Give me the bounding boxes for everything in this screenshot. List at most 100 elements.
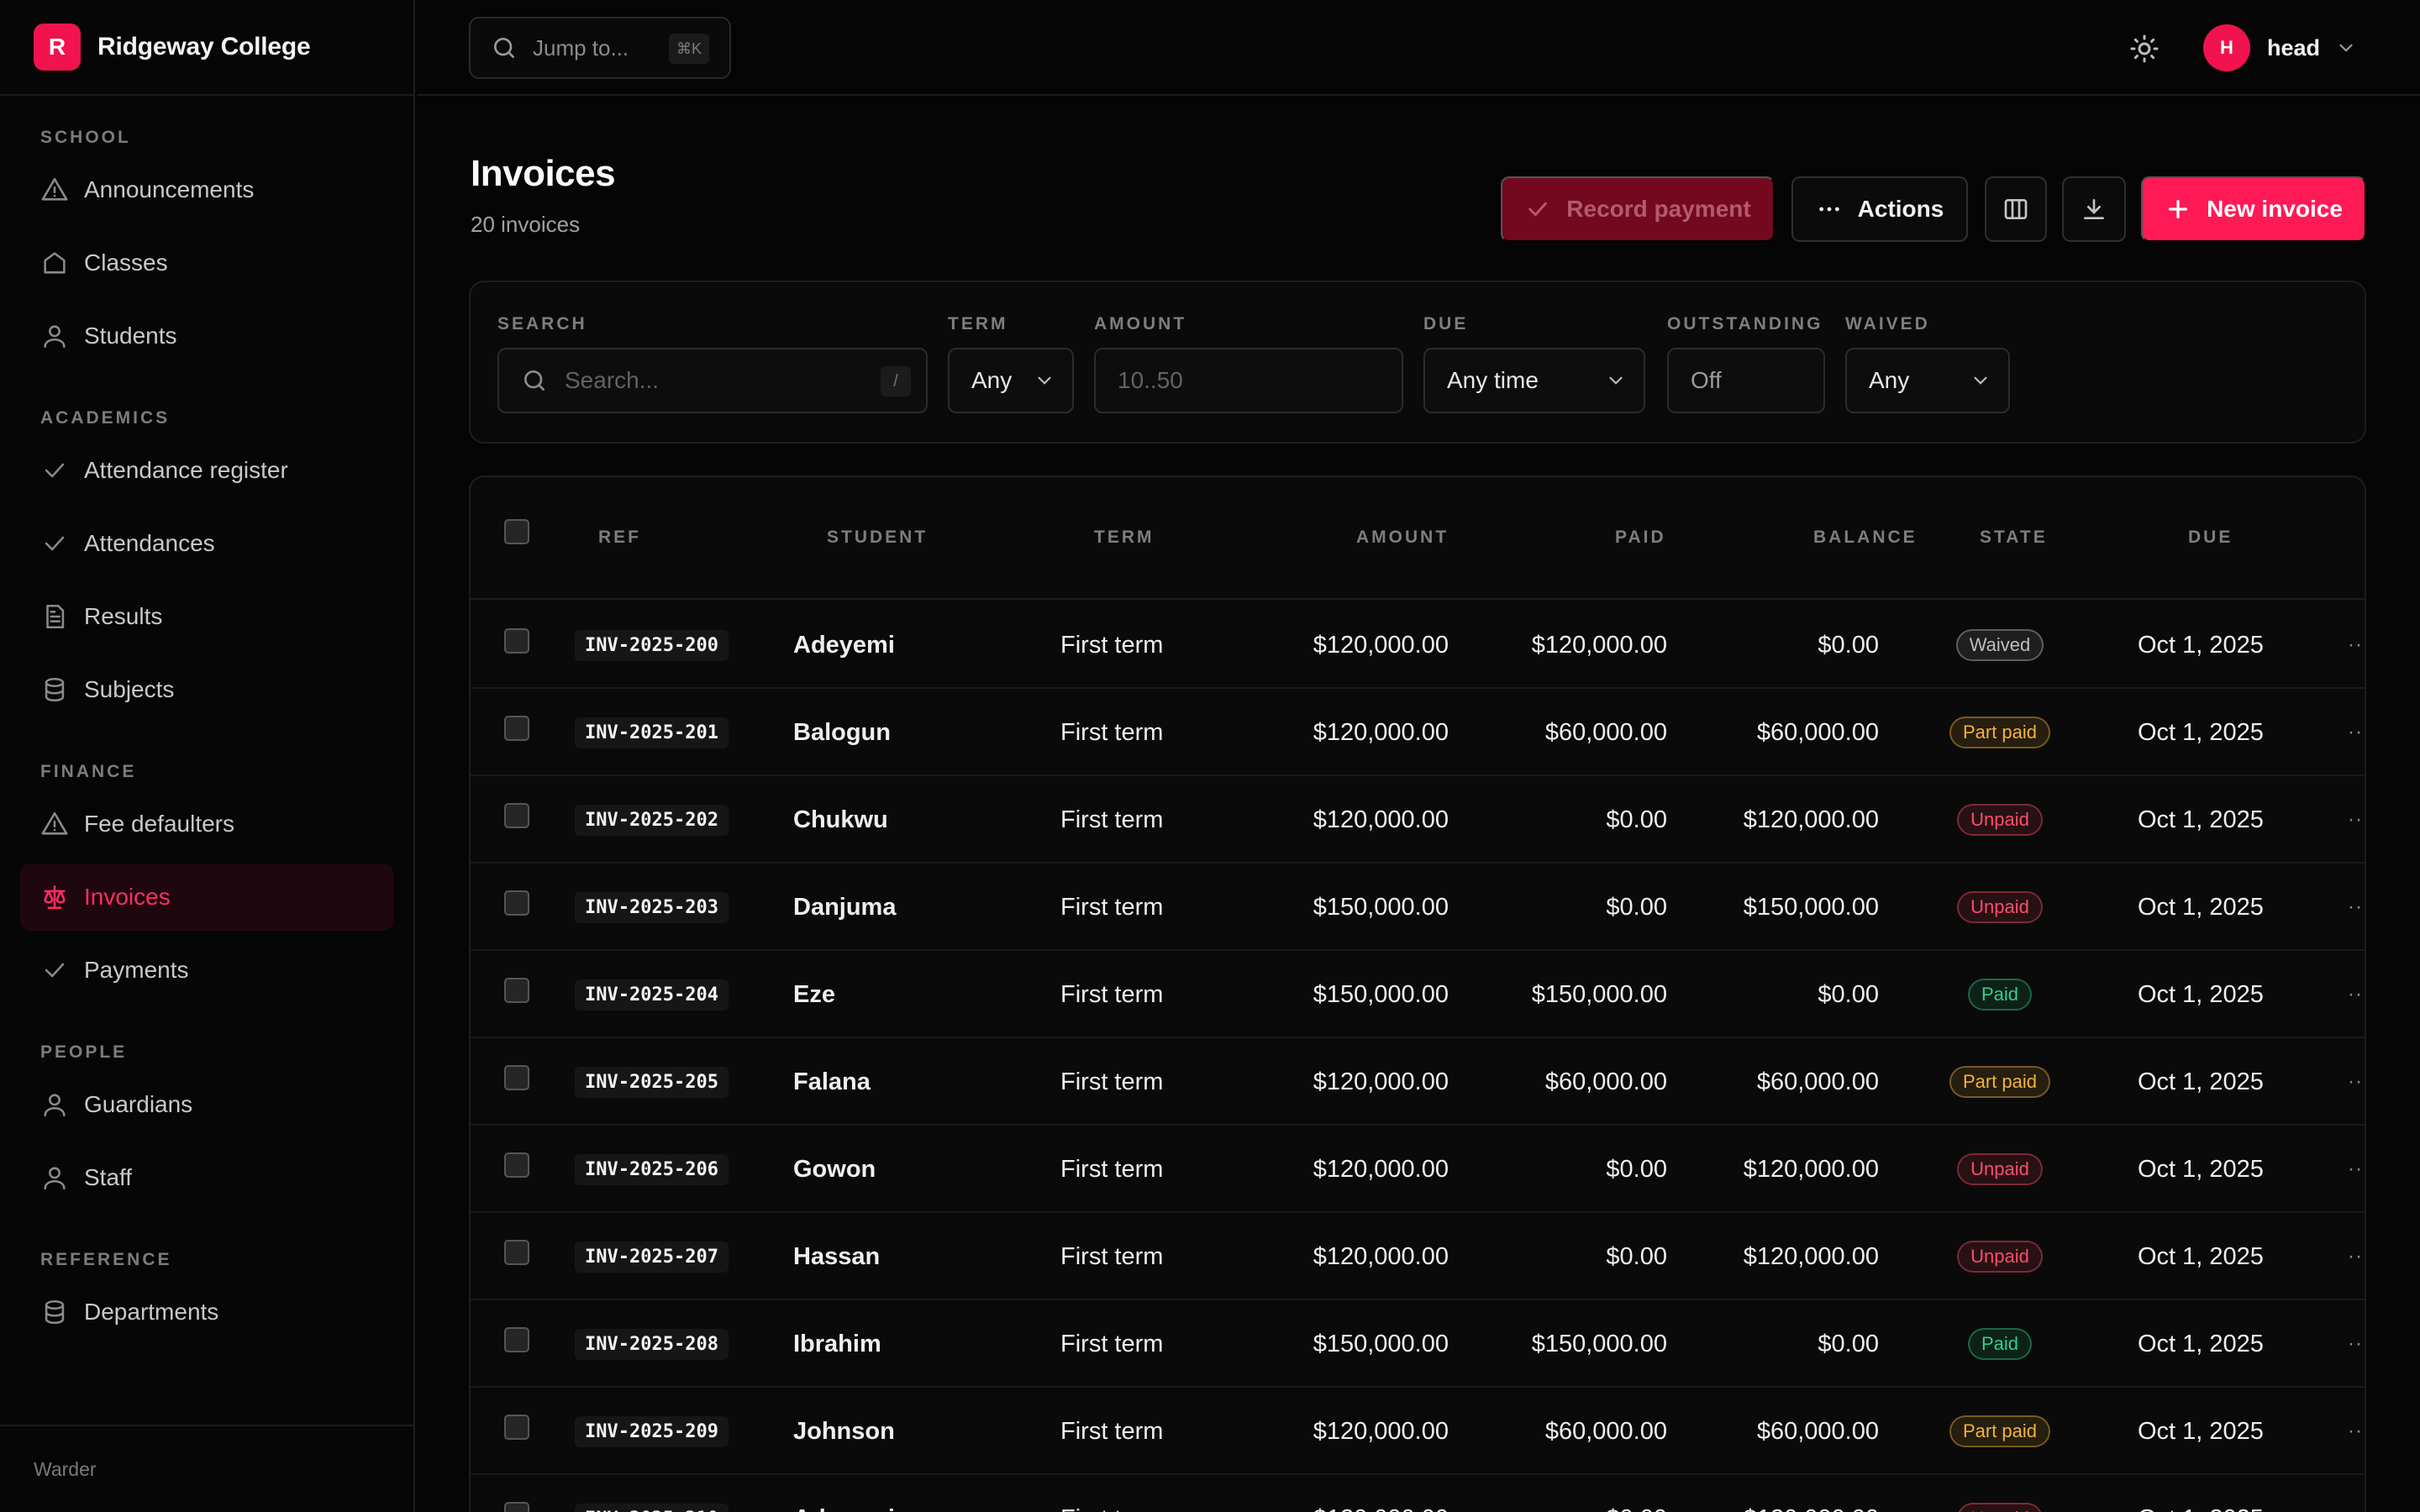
new-invoice-button[interactable]: New invoice	[2141, 176, 2366, 242]
sidebar-item-fee-defaulters[interactable]: Fee defaulters	[20, 790, 393, 858]
row-menu-icon[interactable]: ···	[2348, 1475, 2365, 1512]
sidebar-item-subjects[interactable]: Subjects	[20, 656, 393, 723]
sidebar-item-label: Staff	[84, 1164, 133, 1190]
sidebar-item-attendances[interactable]: Attendances	[20, 510, 393, 577]
row-menu-icon[interactable]: ···	[2348, 601, 2365, 689]
table-row[interactable]: INV-2025-204 Eze First term $150,000.00 …	[471, 951, 2365, 1038]
table-row[interactable]: INV-2025-200 Adeyemi First term $120,000…	[471, 601, 2365, 689]
row-menu-icon[interactable]: ···	[2348, 864, 2365, 951]
brand[interactable]: R Ridgeway College	[0, 0, 413, 96]
row-checkbox[interactable]	[504, 803, 529, 828]
columns-button[interactable]	[1985, 176, 2047, 242]
sidebar-item-classes[interactable]: Classes	[20, 229, 393, 297]
user-menu[interactable]: H head	[2203, 24, 2357, 72]
student-name: Falana	[793, 1068, 871, 1095]
chevron-down-icon	[2339, 44, 2353, 52]
invoice-ref[interactable]: INV-2025-200	[575, 629, 729, 661]
table-row[interactable]: INV-2025-201 Balogun First term $120,000…	[471, 689, 2365, 776]
due-select[interactable]: Any time	[1423, 348, 1645, 413]
row-checkbox[interactable]	[504, 1327, 529, 1352]
table-row[interactable]: INV-2025-208 Ibrahim First term $150,000…	[471, 1300, 2365, 1388]
paid-cell: $0.00	[1606, 1242, 1667, 1270]
search-input[interactable]: Search... /	[497, 348, 928, 413]
row-checkbox[interactable]	[504, 628, 529, 654]
column-header-state[interactable]: STATE	[1980, 528, 2048, 548]
sidebar-item-announcements[interactable]: Announcements	[20, 156, 393, 223]
invoice-ref[interactable]: INV-2025-207	[575, 1241, 729, 1273]
download-button[interactable]	[2062, 176, 2126, 242]
amount-cell: $120,000.00	[1313, 1155, 1449, 1183]
sidebar-item-guardians[interactable]: Guardians	[20, 1071, 393, 1138]
row-menu-icon[interactable]: ···	[2348, 1038, 2365, 1126]
row-menu-icon[interactable]: ···	[2348, 951, 2365, 1038]
row-menu-icon[interactable]: ···	[2348, 776, 2365, 864]
column-header-student[interactable]: STUDENT	[827, 528, 928, 548]
table-row[interactable]: INV-2025-202 Chukwu First term $120,000.…	[471, 776, 2365, 864]
sidebar-item-label: Students	[84, 323, 177, 349]
row-checkbox[interactable]	[504, 1502, 529, 1512]
sidebar-item-payments[interactable]: Payments	[20, 937, 393, 1004]
invoice-ref[interactable]: INV-2025-205	[575, 1066, 729, 1098]
table-row[interactable]: INV-2025-206 Gowon First term $120,000.0…	[471, 1126, 2365, 1213]
sidebar-item-staff[interactable]: Staff	[20, 1144, 393, 1211]
row-checkbox[interactable]	[504, 716, 529, 741]
column-header-term[interactable]: TERM	[1094, 528, 1155, 548]
outstanding-toggle[interactable]: Off	[1667, 348, 1825, 413]
term-cell: First term	[1060, 1417, 1164, 1445]
table-row[interactable]: INV-2025-203 Danjuma First term $150,000…	[471, 864, 2365, 951]
column-header-amount[interactable]: AMOUNT	[1356, 528, 1449, 548]
select-all-checkbox[interactable]	[504, 519, 529, 544]
invoice-ref[interactable]: INV-2025-204	[575, 979, 729, 1011]
sidebar-item-invoices[interactable]: Invoices	[20, 864, 393, 931]
row-checkbox[interactable]	[504, 1415, 529, 1440]
student-name: Balogun	[793, 718, 891, 746]
table-header: REF STUDENT TERM AMOUNT PAID BALANCE STA…	[471, 477, 2365, 600]
row-menu-icon[interactable]: ···	[2348, 1213, 2365, 1300]
term-cell: First term	[1060, 1242, 1164, 1270]
table-row[interactable]: INV-2025-209 Johnson First term $120,000…	[471, 1388, 2365, 1475]
sidebar-item-departments[interactable]: Departments	[20, 1278, 393, 1346]
row-checkbox[interactable]	[504, 890, 529, 916]
row-checkbox[interactable]	[504, 1152, 529, 1178]
amount-range-input[interactable]: 10..50	[1094, 348, 1403, 413]
row-menu-icon[interactable]: ···	[2348, 689, 2365, 776]
row-menu-icon[interactable]: ···	[2348, 1300, 2365, 1388]
row-checkbox[interactable]	[504, 1240, 529, 1265]
column-header-ref[interactable]: REF	[598, 528, 641, 548]
actions-button[interactable]: Actions	[1791, 176, 1968, 242]
theme-toggle-sun-icon[interactable]	[2129, 34, 2160, 64]
invoice-ref[interactable]: INV-2025-206	[575, 1153, 729, 1185]
check-icon	[45, 963, 65, 978]
column-header-balance[interactable]: BALANCE	[1813, 528, 1918, 548]
invoice-ref[interactable]: INV-2025-203	[575, 891, 729, 923]
term-select[interactable]: Any	[948, 348, 1074, 413]
table-row[interactable]: INV-2025-210 Adeyemi First term $120,000…	[471, 1475, 2365, 1512]
invoice-ref[interactable]: INV-2025-210	[575, 1503, 729, 1512]
sidebar-item-attendance-register[interactable]: Attendance register	[20, 437, 393, 504]
jump-to-search[interactable]: Jump to... ⌘K	[469, 17, 731, 79]
row-checkbox[interactable]	[504, 978, 529, 1003]
invoice-ref[interactable]: INV-2025-208	[575, 1328, 729, 1360]
row-menu-icon[interactable]: ···	[2348, 1388, 2365, 1475]
due-cell: Oct 1, 2025	[2138, 631, 2264, 659]
row-checkbox[interactable]	[504, 1065, 529, 1090]
filters-panel: SEARCH Search... / TERM Any AMOUNT 10..5…	[469, 281, 2366, 444]
term-cell: First term	[1060, 1330, 1164, 1357]
column-header-due[interactable]: DUE	[2188, 528, 2233, 548]
column-header-paid[interactable]: PAID	[1615, 528, 1666, 548]
sidebar-item-results[interactable]: Results	[20, 583, 393, 650]
invoice-ref[interactable]: INV-2025-209	[575, 1415, 729, 1447]
nav-section-title: PEOPLE	[40, 1042, 128, 1062]
sidebar-nav: SCHOOL Announcements Classes Students AC…	[0, 128, 413, 1346]
waived-select[interactable]: Any	[1845, 348, 2010, 413]
table-row[interactable]: INV-2025-207 Hassan First term $120,000.…	[471, 1213, 2365, 1300]
invoice-ref[interactable]: INV-2025-201	[575, 717, 729, 748]
paid-cell: $60,000.00	[1544, 1068, 1667, 1095]
invoice-ref[interactable]: INV-2025-202	[575, 804, 729, 836]
row-menu-icon[interactable]: ···	[2348, 1126, 2365, 1213]
sidebar-item-students[interactable]: Students	[20, 302, 393, 370]
amount-placeholder: 10..50	[1118, 367, 1183, 393]
record-payment-button[interactable]: Record payment	[1501, 176, 1775, 242]
amount-cell: $120,000.00	[1313, 806, 1449, 833]
table-row[interactable]: INV-2025-205 Falana First term $120,000.…	[471, 1038, 2365, 1126]
